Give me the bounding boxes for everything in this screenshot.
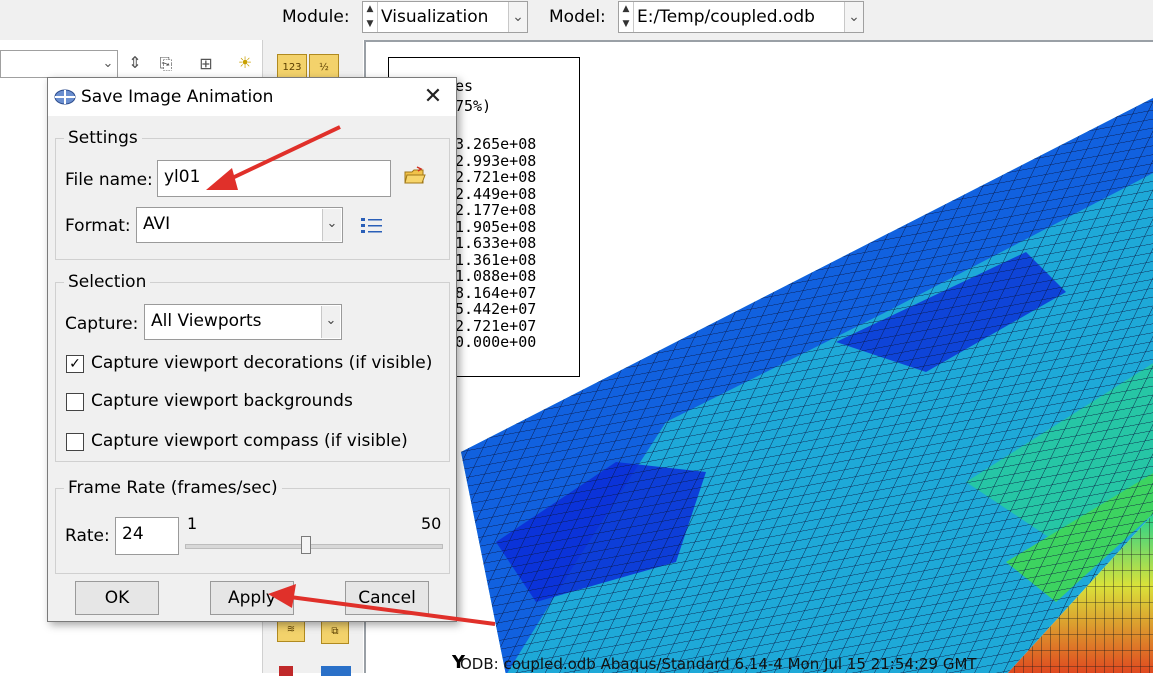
capture-decorations-label: Capture viewport decorations (if visible…	[91, 353, 433, 373]
legend-value: 1.905e+08	[455, 217, 537, 236]
close-icon[interactable]: ✕	[418, 82, 448, 112]
legend-value: 2.449e+08	[455, 184, 537, 203]
model-select-value: E:/Temp/coupled.odb	[637, 7, 815, 27]
capture-backgrounds-checkbox[interactable]	[66, 393, 84, 411]
legend-value: 5.442e+07	[455, 300, 537, 318]
capture-select-value: All Viewports	[151, 311, 262, 331]
folder-up-icon[interactable]: ⎘	[155, 53, 177, 75]
spin-arrows-icon[interactable]: ▲ ▼	[619, 2, 634, 32]
rate-label: Rate:	[65, 526, 110, 546]
legend-value: 3.265e+08	[455, 135, 537, 153]
ok-button[interactable]: OK	[75, 581, 159, 615]
model-select[interactable]: ▲ ▼ E:/Temp/coupled.odb ⌄	[618, 1, 864, 33]
slider-min-label: 1	[187, 514, 198, 533]
capture-decorations-checkbox[interactable]: ✓	[66, 355, 84, 373]
legend-value: 2.721e+08	[455, 168, 537, 186]
legend-value: 2.721e+07	[455, 316, 537, 335]
format-label: Format:	[65, 216, 131, 236]
cancel-button[interactable]: Cancel	[345, 581, 429, 615]
frame-rate-slider-track[interactable]	[185, 544, 443, 549]
spin-arrows-icon[interactable]: ▲ ▼	[363, 2, 378, 32]
tree-icon[interactable]: ⊞	[195, 53, 217, 75]
options-list-icon[interactable]	[360, 216, 384, 236]
chevron-down-icon[interactable]: ⌄	[322, 209, 341, 241]
legend-value: 1.088e+08	[455, 267, 537, 285]
legend-values: 3.265e+08 2.993e+08 2.721e+08 2.449e+08 2.17…	[455, 136, 536, 351]
top-toolbar: Module: ▲ ▼ Visualization ⌄ Model: ▲ ▼ E:/…	[0, 0, 1153, 40]
folder-open-icon[interactable]	[403, 165, 427, 187]
format-select[interactable]: AVI ⌄	[136, 207, 343, 243]
chevron-down-icon[interactable]: ⌄	[508, 2, 527, 32]
capture-select[interactable]: All Viewports ⌄	[144, 304, 342, 340]
chevron-down-icon[interactable]: ⌄	[99, 51, 117, 77]
sort-arrows-icon[interactable]: ⇕	[124, 52, 146, 74]
legend-value: 1.633e+08	[455, 234, 537, 252]
format-select-value: AVI	[143, 214, 171, 234]
chevron-down-icon[interactable]: ⌄	[844, 2, 863, 32]
capture-compass-checkbox[interactable]	[66, 433, 84, 451]
legend-value: 2.993e+08	[455, 151, 537, 170]
dialog-titlebar[interactable]: Save Image Animation ✕	[48, 78, 456, 116]
legend-value: 8.164e+07	[455, 283, 537, 302]
capture-backgrounds-label: Capture viewport backgrounds	[91, 391, 353, 411]
viewport-status-text: ODB: coupled.odb Abaqus/Standard 6.14-4 …	[460, 655, 977, 673]
settings-group-title: Settings	[64, 128, 142, 148]
module-select-value: Visualization	[381, 7, 489, 27]
legend-title-line: 75%)	[455, 97, 492, 115]
lightbulb-icon[interactable]: ☀	[234, 52, 256, 74]
legend-value: 0.000e+00	[455, 333, 537, 351]
module-label: Module:	[282, 7, 350, 27]
frame-rate-slider-thumb[interactable]	[301, 536, 311, 554]
legend-value: 2.177e+08	[455, 201, 537, 219]
red-tool-icon[interactable]	[279, 666, 293, 676]
frame-rate-group-title: Frame Rate (frames/sec)	[64, 478, 282, 498]
rate-input[interactable]: 24	[115, 517, 179, 555]
legend-value: 1.361e+08	[455, 250, 537, 269]
dialog-title: Save Image Animation	[81, 87, 274, 107]
apply-button[interactable]: Apply	[210, 581, 294, 615]
module-select[interactable]: ▲ ▼ Visualization ⌄	[362, 1, 528, 33]
chevron-down-icon[interactable]: ⌄	[321, 306, 340, 338]
capture-compass-label: Capture viewport compass (if visible)	[91, 431, 408, 451]
tree-filter-select[interactable]: ⌄	[0, 50, 118, 78]
model-label: Model:	[549, 7, 606, 27]
save-image-animation-dialog: Save Image Animation ✕ Settings File nam…	[47, 77, 457, 622]
slider-max-label: 50	[421, 514, 442, 533]
capture-label: Capture:	[65, 314, 139, 334]
legend-title-line: es	[455, 77, 474, 95]
blue-tool-icon[interactable]	[321, 666, 351, 676]
abaqus-logo-icon	[54, 89, 76, 105]
selection-group-title: Selection	[64, 272, 151, 292]
file-name-label: File name:	[65, 170, 153, 190]
file-name-input[interactable]: yl01	[157, 160, 391, 197]
